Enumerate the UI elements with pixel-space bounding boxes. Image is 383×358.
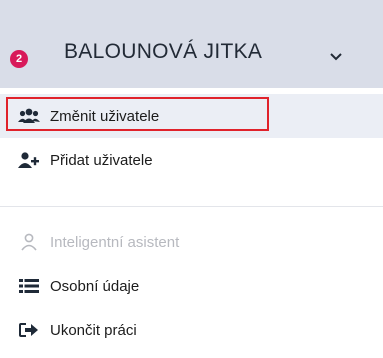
- menu-item-smart-assistant: Inteligentní asistent: [0, 220, 383, 264]
- menu-item-label: Ukončit práci: [50, 321, 137, 339]
- notification-badge[interactable]: 2: [10, 50, 28, 68]
- chevron-down-icon[interactable]: [329, 51, 343, 63]
- user-menu-toggle[interactable]: BALOUNOVÁ JITKA: [64, 40, 262, 64]
- user-outline-icon: [18, 233, 40, 251]
- menu-item-label: Přidat uživatele: [50, 151, 153, 169]
- menu-item-add-user[interactable]: Přidat uživatele: [0, 138, 383, 182]
- users-icon: [18, 107, 40, 125]
- user-header: 2 BALOUNOVÁ JITKA: [0, 0, 383, 88]
- user-plus-icon: [18, 151, 40, 169]
- menu-item-label: Změnit uživatele: [50, 107, 160, 125]
- menu-item-sign-out[interactable]: Ukončit práci: [0, 308, 383, 352]
- list-icon: [18, 277, 40, 295]
- sign-out-icon: [18, 321, 40, 339]
- menu-item-personal-info[interactable]: Osobní údaje: [0, 264, 383, 308]
- menu-item-switch-user[interactable]: Změnit uživatele: [0, 94, 383, 138]
- menu-divider: [0, 206, 383, 207]
- menu-item-label: Osobní údaje: [50, 277, 140, 295]
- user-dropdown-menu: Změnit uživatele Přidat uživatele Inteli…: [0, 88, 383, 358]
- menu-item-label: Inteligentní asistent: [50, 233, 180, 251]
